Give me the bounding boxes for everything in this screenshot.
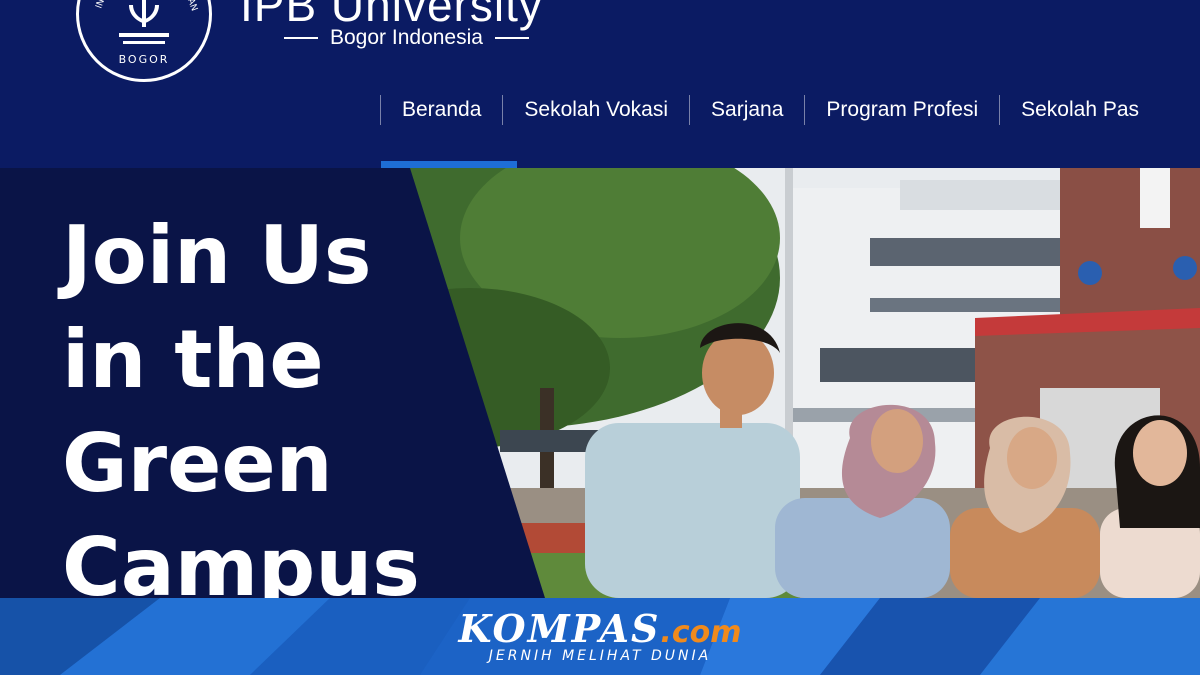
nav-item-program-profesi[interactable]: Program Profesi: [804, 95, 999, 125]
site-header: BOGOR INS IAN IPB University Bogor Indon…: [0, 0, 1200, 168]
hero-headline-line-3: Green: [62, 417, 333, 510]
brand-subtitle-text: Bogor Indonesia: [330, 26, 483, 49]
kompas-domain: .com: [660, 615, 742, 650]
subtitle-rule-right: [494, 37, 529, 39]
hero-headline-line-1: Join Us: [62, 209, 372, 302]
nav-item-beranda[interactable]: Beranda: [380, 95, 502, 125]
kompas-logo[interactable]: KOMPAS.com: [0, 606, 1200, 651]
nav-item-sekolah-pascasarjana[interactable]: Sekolah Pas: [999, 95, 1160, 125]
brand-subtitle: Bogor Indonesia: [284, 26, 529, 50]
hero-headline: Join Us in the Green Campus: [62, 204, 420, 598]
kompas-tagline: JERNIH MELIHAT DUNIA: [488, 648, 712, 664]
logo-bottom-text: BOGOR: [119, 53, 170, 66]
kompas-wordmark: KOMPAS: [458, 606, 661, 651]
nav-item-sekolah-vokasi[interactable]: Sekolah Vokasi: [502, 95, 689, 125]
hero-headline-line-2: in the: [62, 313, 324, 406]
svg-text:IAN: IAN: [184, 0, 199, 13]
kompas-footer: KOMPAS.com JERNIH MELIHAT DUNIA: [0, 598, 1200, 675]
nav-active-indicator: [381, 161, 517, 168]
hero-banner[interactable]: Join Us in the Green Campus: [0, 168, 1200, 598]
ipb-logo-icon[interactable]: BOGOR INS IAN: [76, 0, 212, 82]
nav-item-sarjana[interactable]: Sarjana: [689, 95, 804, 125]
hero-headline-line-4: Campus: [62, 521, 420, 598]
subtitle-rule-left: [284, 37, 318, 39]
svg-text:INS: INS: [94, 0, 109, 10]
main-nav: Beranda Sekolah Vokasi Sarjana Program P…: [380, 92, 1160, 128]
